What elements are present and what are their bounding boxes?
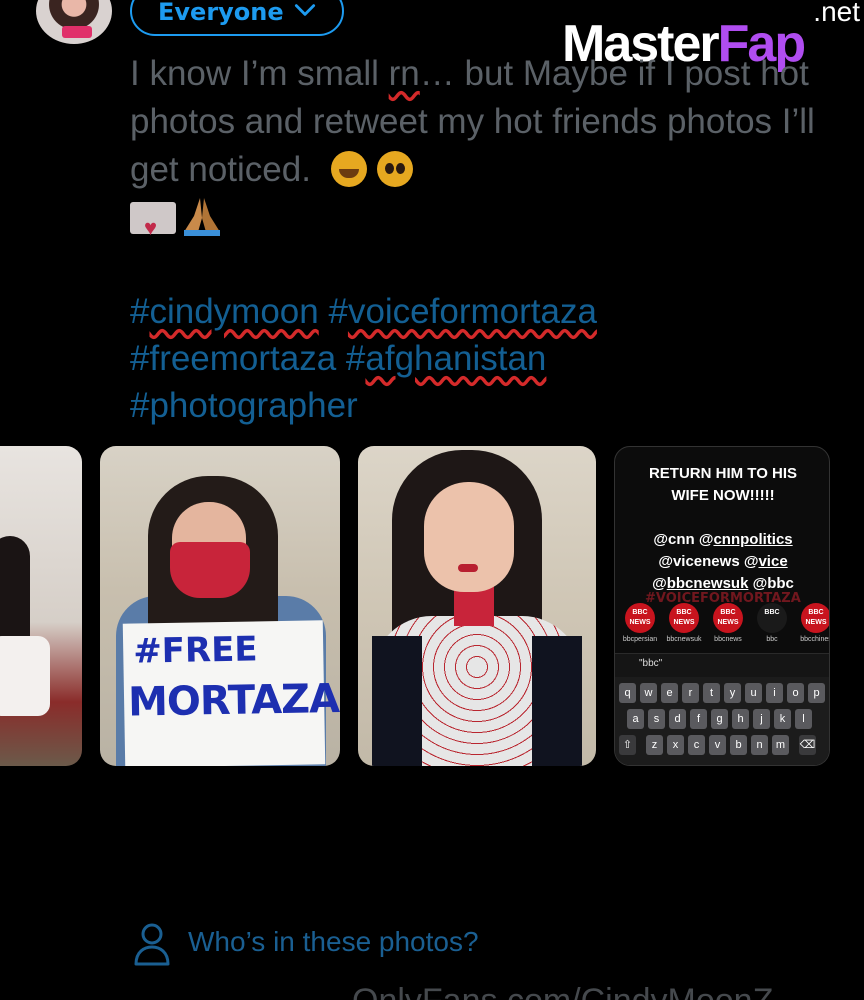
keyboard-key: o — [787, 683, 804, 703]
tag-people-label: Who’s in these photos? — [188, 926, 479, 957]
hashtag-text[interactable]: #cindymoon #voiceformortaza #freemortaza… — [130, 288, 830, 429]
bbc-logo-icon: BBC — [757, 603, 787, 633]
keyboard-key: t — [703, 683, 720, 703]
avatar-shirt — [62, 26, 92, 38]
person-icon — [134, 923, 170, 966]
keyboard-key: ⌫ — [799, 735, 816, 755]
keyboard-key: c — [688, 735, 705, 755]
sign-line-2: MORTAZA — [127, 675, 340, 726]
keyboard-key: s — [648, 709, 665, 729]
rofl-emoji-icon — [330, 151, 367, 187]
pleading-face-emoji-icon — [376, 151, 413, 187]
audience-label: Everyone — [158, 0, 284, 26]
keyboard-suggestion-bar: "bbc" — [615, 653, 829, 677]
keyboard-key: r — [682, 683, 699, 703]
account-item: BBC NEWS bbcnewsuk — [663, 603, 705, 643]
audience-selector-button[interactable]: Everyone — [130, 0, 344, 36]
bbc-logo-icon: BBC NEWS — [625, 603, 655, 633]
keyboard-key: a — [627, 709, 644, 729]
photo-face — [424, 482, 514, 592]
keyboard-key: y — [724, 683, 741, 703]
protest-sign: #FREE MORTAZA — [122, 620, 339, 766]
compose-text-part1: I know I’m small — [130, 54, 389, 93]
keyboard-key: h — [732, 709, 749, 729]
profile-avatar[interactable] — [36, 0, 112, 44]
photo-lips — [458, 564, 478, 572]
screenshot-headline: RETURN HIM TO HIS WIFE NOW!!!!! — [648, 465, 798, 504]
account-item: BBC NEWS bbcnews — [707, 603, 749, 643]
keyboard-key: x — [667, 735, 684, 755]
keyboard-key: m — [772, 735, 789, 755]
keyboard-key: ⇧ — [619, 735, 636, 755]
love-letter-emoji-icon — [130, 202, 176, 252]
media-thumbnail-1[interactable] — [0, 446, 82, 766]
keyboard-key: g — [711, 709, 728, 729]
bbc-logo-icon: BBC NEWS — [669, 603, 699, 633]
chevron-down-icon — [294, 4, 316, 16]
account-item: BBC NEWS bbcpersian — [619, 603, 661, 643]
bbc-logo-icon: BBC NEWS — [713, 603, 743, 633]
keyboard-key: l — [795, 709, 812, 729]
photo-mask — [170, 542, 250, 598]
keyboard-key: q — [619, 683, 636, 703]
keyboard-suggestion: "bbc" — [639, 658, 663, 669]
media-thumbnail-3[interactable] — [358, 446, 596, 766]
keyboard-key: u — [745, 683, 762, 703]
screenshot-account-row: BBC NEWS bbcpersian BBC NEWS bbcnewsuk BBC… — [619, 603, 829, 655]
keyboard-key: d — [669, 709, 686, 729]
keyboard-key: f — [690, 709, 707, 729]
compose-textarea[interactable]: I know I’m small rn… but Maybe if I post… — [130, 50, 820, 252]
keyboard-key: z — [646, 735, 663, 755]
keyboard-key: b — [730, 735, 747, 755]
keyboard-key: k — [774, 709, 791, 729]
keyboard-key: j — [753, 709, 770, 729]
folded-hands-emoji-icon — [184, 198, 220, 236]
sign-line-1: #FREE — [132, 629, 258, 672]
account-item: BBC bbc — [751, 603, 793, 643]
costume-panel-right — [532, 636, 582, 766]
costume-panel-left — [372, 636, 422, 766]
photo-shirt — [0, 636, 50, 716]
screenshot-keyboard: qwertyuiop asdfghjkl ⇧ z x c v b n m ⌫ — [615, 677, 829, 765]
account-item: BBC NEWS bbcchines — [795, 603, 829, 643]
keyboard-key: n — [751, 735, 768, 755]
bottom-partial-text: OnlyFans.com/CindyMoonZ — [352, 982, 773, 1000]
keyboard-key: w — [640, 683, 657, 703]
misspelled-word[interactable]: rn — [389, 54, 420, 93]
screenshot-mentions: @cnn @cnnpolitics @vicenews @vice @bbcne… — [652, 531, 794, 592]
keyboard-key: p — [808, 683, 825, 703]
bbc-logo-icon: BBC NEWS — [801, 603, 829, 633]
keyboard-key: v — [709, 735, 726, 755]
watermark-tld: .net — [813, 0, 860, 27]
media-thumbnail-2[interactable]: #FREE MORTAZA — [100, 446, 340, 766]
keyboard-key: i — [766, 683, 783, 703]
photo-collar — [454, 586, 494, 626]
media-thumbnail-4[interactable]: RETURN HIM TO HIS WIFE NOW!!!!! @cnn @cnn… — [614, 446, 830, 766]
keyboard-key: e — [661, 683, 678, 703]
